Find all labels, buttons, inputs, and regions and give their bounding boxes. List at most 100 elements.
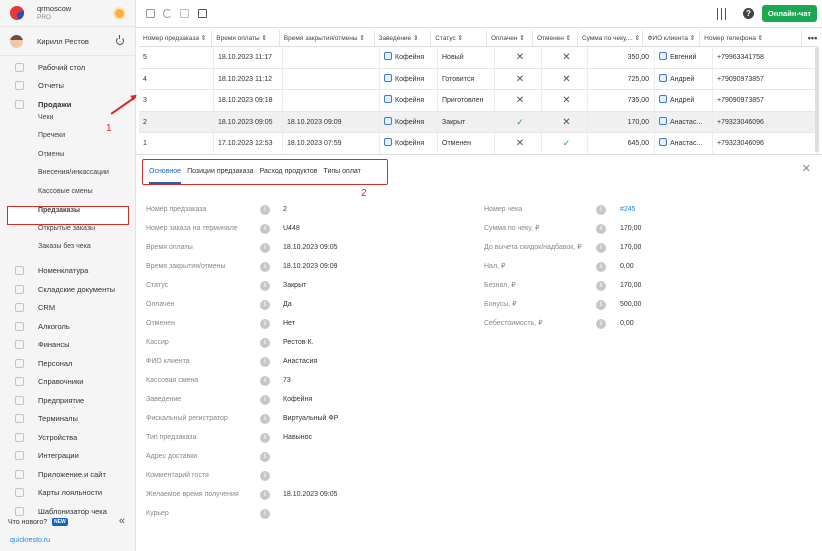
brand-header[interactable]: qrmoscow PRO xyxy=(0,0,135,27)
sidebar-item[interactable]: Интеграции xyxy=(0,447,136,466)
more-columns-icon[interactable]: ••• xyxy=(802,30,817,46)
top-toolbar: ? Онлайн-чат xyxy=(136,0,822,28)
brand-name: qrmoscow xyxy=(37,4,72,13)
field-value: 0,00 xyxy=(620,320,634,327)
table-body: 5 18.10.2023 11:17 Кофейня Новый ✕ ✕ 350,00 Евг… xyxy=(139,47,817,155)
sidebar-item[interactable]: CRM xyxy=(0,299,136,318)
sidebar-item[interactable]: Алкоголь xyxy=(0,317,136,336)
column-header[interactable]: Номер предзаказа ⇕ xyxy=(139,30,213,46)
copy-icon[interactable] xyxy=(180,9,189,18)
info-icon[interactable]: i xyxy=(260,471,270,481)
info-icon[interactable]: i xyxy=(260,338,270,348)
info-icon[interactable]: i xyxy=(596,262,606,272)
sidebar-item[interactable]: Справочники xyxy=(0,373,136,392)
cell-number: 2 xyxy=(139,111,214,132)
x-icon: ✕ xyxy=(495,68,542,89)
tab[interactable]: Позиции предзаказа xyxy=(187,160,253,184)
sidebar-item[interactable]: Приложение и сайт xyxy=(0,465,136,484)
info-icon[interactable]: i xyxy=(260,433,270,443)
table-row[interactable]: 5 18.10.2023 11:17 Кофейня Новый ✕ ✕ 350,00 Евг… xyxy=(139,47,817,69)
tab[interactable]: Расход продуктов xyxy=(260,160,318,184)
collapse-sidebar-icon[interactable]: « xyxy=(119,515,125,527)
table-row[interactable]: 4 18.10.2023 11:12 Кофейня Готовится ✕ ✕ 725,0… xyxy=(139,68,817,90)
sidebar-item-label: Внесения/инкассации xyxy=(38,169,109,176)
sidebar-item[interactable]: Отчеты xyxy=(0,77,136,96)
info-icon[interactable]: i xyxy=(596,205,606,215)
cell-closed-time xyxy=(283,68,380,89)
column-header[interactable]: Время закрытия/отмены ⇕ xyxy=(280,30,375,46)
cell-closed-time: 18.10.2023 07:59 xyxy=(283,133,380,154)
save-icon[interactable] xyxy=(146,9,155,18)
sidebar-item-label: Приложение и сайт xyxy=(38,469,106,479)
sidebar-subitem[interactable]: Внесения/инкассации xyxy=(0,169,136,188)
cell-number: 1 xyxy=(139,133,214,154)
close-icon[interactable]: ✕ xyxy=(802,162,811,175)
table-scrollbar[interactable] xyxy=(815,47,819,152)
detail-field: Курьер i xyxy=(136,509,822,521)
sidebar-item-label: Пречеки xyxy=(38,132,66,139)
sidebar-subitem[interactable]: Отмены xyxy=(0,151,136,170)
column-header[interactable]: Заведение ⇕ xyxy=(375,30,432,46)
column-header[interactable]: Время оплаты ⇕ xyxy=(212,30,280,46)
column-header[interactable]: Сумма по чеку,... ⇕ xyxy=(578,30,644,46)
info-icon[interactable]: i xyxy=(596,300,606,310)
sidebar-item[interactable]: Рабочий стол xyxy=(0,58,136,77)
user-panel[interactable]: Кирилл Рестов xyxy=(0,27,135,56)
x-icon: ✕ xyxy=(542,68,588,89)
info-icon[interactable]: i xyxy=(596,319,606,329)
info-icon[interactable]: i xyxy=(260,395,270,405)
field-label: ФИО клиента xyxy=(146,358,190,365)
sidebar-subitem[interactable]: Заказы без чека xyxy=(0,243,136,262)
info-icon[interactable]: i xyxy=(260,490,270,500)
field-value[interactable]: #245 xyxy=(620,205,636,214)
sidebar-item-label: Отмены xyxy=(38,150,65,158)
info-icon[interactable]: i xyxy=(260,376,270,386)
column-header[interactable]: Статус ⇕ xyxy=(431,30,487,46)
sidebar-item-label: Алкоголь xyxy=(38,321,70,331)
column-header[interactable]: ФИО клиента ⇕ xyxy=(643,30,701,46)
column-header[interactable]: Оплачен ⇕ xyxy=(487,30,533,46)
column-header[interactable]: Номер телефона ⇕ xyxy=(700,30,802,46)
column-settings-icon[interactable] xyxy=(716,8,728,20)
info-icon[interactable]: i xyxy=(260,509,270,519)
tab[interactable]: Основное xyxy=(149,160,182,184)
sidebar-subitem[interactable]: Открытые заказы xyxy=(0,225,136,244)
column-header[interactable]: Отменен ⇕ xyxy=(533,30,578,46)
info-icon[interactable]: i xyxy=(260,452,270,462)
detail-field: Номер чека i #245 xyxy=(136,205,822,217)
sidebar-subitem[interactable]: Чеки xyxy=(0,114,136,133)
sidebar-item[interactable]: Предприятие xyxy=(0,391,136,410)
info-icon[interactable]: i xyxy=(260,357,270,367)
sidebar-item[interactable]: Устройства xyxy=(0,428,136,447)
tab[interactable]: Типы оплат xyxy=(323,160,360,184)
sidebar-subitem[interactable]: Кассовые смены xyxy=(0,188,136,207)
site-link[interactable]: quickresto.ru xyxy=(10,537,50,544)
refresh-icon[interactable] xyxy=(163,9,172,18)
info-icon[interactable]: i xyxy=(596,243,606,253)
table-row[interactable]: 1 17.10.2023 12:53 18.10.2023 07:59 Кофейня… xyxy=(139,133,817,155)
sidebar-subitem-active[interactable]: Предзаказы xyxy=(7,206,129,225)
link-icon xyxy=(659,95,667,103)
info-icon[interactable]: i xyxy=(260,414,270,424)
sidebar-item[interactable]: Финансы xyxy=(0,336,136,355)
whats-new-link[interactable]: Что нового? NEW xyxy=(8,518,68,526)
sidebar-item[interactable]: Персонал xyxy=(0,354,136,373)
info-icon[interactable]: i xyxy=(596,281,606,291)
screen-icon[interactable] xyxy=(198,9,207,18)
sidebar-item[interactable]: Складские документы xyxy=(0,280,136,299)
sidebar-subitem[interactable]: Пречеки xyxy=(0,132,136,151)
table-row[interactable]: 3 18.10.2023 09:18 Кофейня Приготовлен ✕ ✕ 735… xyxy=(139,90,817,112)
sidebar-item-label: Персонал xyxy=(38,358,73,368)
table-row[interactable]: 2 18.10.2023 09:05 18.10.2023 09:09 Кофейня… xyxy=(139,111,817,133)
cell-place: Кофейня xyxy=(380,47,438,68)
sidebar-item-label: Заказы без чека xyxy=(38,243,91,250)
power-icon[interactable] xyxy=(116,35,124,45)
cell-place: Кофейня xyxy=(380,90,438,111)
sun-icon[interactable] xyxy=(115,9,124,18)
help-icon[interactable]: ? xyxy=(743,8,754,19)
info-icon[interactable]: i xyxy=(596,224,606,234)
sidebar-item[interactable]: Карты лояльности xyxy=(0,484,136,503)
online-chat-button[interactable]: Онлайн-чат xyxy=(762,5,817,22)
sidebar-item[interactable]: Терминалы xyxy=(0,410,136,429)
sidebar-item[interactable]: Номенклатура xyxy=(0,262,136,281)
